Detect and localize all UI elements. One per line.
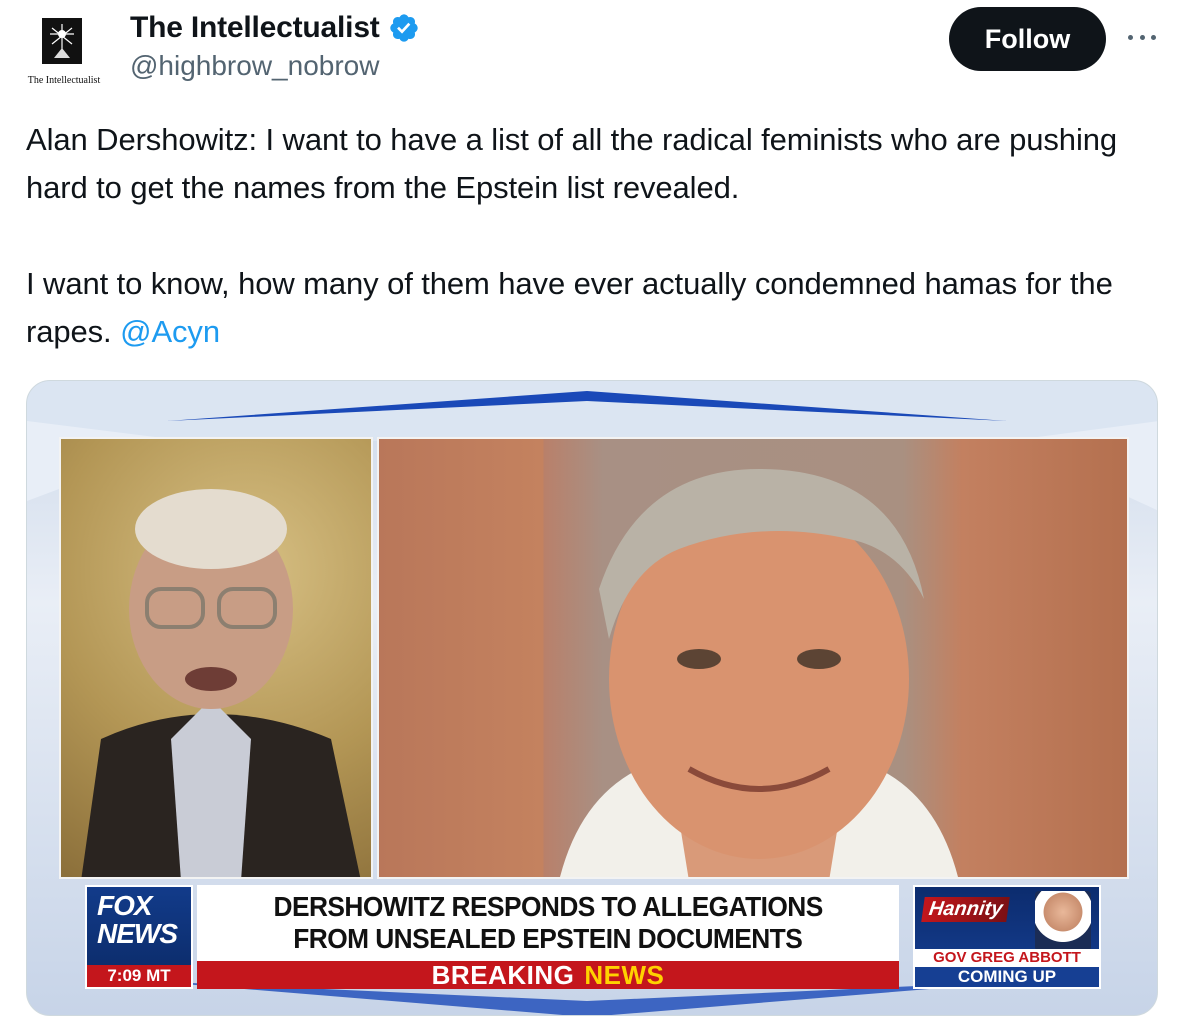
breaking-word-2: NEWS: [584, 959, 665, 990]
broadcast-time: 7:09 MT: [87, 965, 191, 987]
headline-line-2: FROM UNSEALED EPSTEIN DOCUMENTS: [293, 923, 804, 954]
avatar-wordmark: The Intellectualist: [27, 75, 101, 86]
photo-portrait: [560, 469, 958, 877]
promo-caption: GOV GREG ABBOTT COMING UP: [915, 949, 1099, 987]
headline-box: DERSHOWITZ RESPONDS TO ALLEGATIONS FROM …: [197, 885, 899, 961]
author-block: The Intellectualist @highbrow_nobrow: [130, 8, 420, 82]
verified-badge-icon: [389, 14, 418, 42]
network-logo: FOX NEWS 7:09 MT: [85, 885, 193, 989]
guest-portrait: [81, 489, 361, 877]
dot: [1128, 34, 1133, 40]
tweet-text: Alan Dershowitz: I want to have a list o…: [26, 116, 1166, 356]
promo-line-1: GOV GREG ABBOTT: [933, 949, 1081, 966]
lower-third: FOX NEWS 7:09 MT DERSHOWITZ RESPONDS TO …: [85, 885, 1125, 990]
photo-panel: [377, 437, 1129, 879]
promo-line-2: COMING UP: [915, 967, 1099, 987]
tweet-paragraph-1: Alan Dershowitz: I want to have a list o…: [26, 122, 1118, 205]
show-promo: Hannity GOV GREG ABBOTT COMING UP: [913, 885, 1101, 989]
dot: [1151, 34, 1156, 40]
dot: [1139, 34, 1145, 40]
breaking-word-1: BREAKING: [431, 959, 575, 990]
more-options-icon[interactable]: [1122, 22, 1162, 52]
network-word-1: FOX: [97, 890, 153, 921]
tweet-paragraph-2: I want to know, how many of them have ev…: [26, 260, 1166, 356]
guest-video-panel: [59, 437, 373, 879]
promo-show-name: Hannity: [921, 897, 1011, 922]
headline-line-1: DERSHOWITZ RESPONDS TO ALLEGATIONS: [273, 891, 823, 922]
display-name[interactable]: The Intellectualist: [130, 11, 380, 45]
logo-image: [42, 18, 82, 64]
follow-button[interactable]: Follow: [949, 7, 1106, 71]
mention-link[interactable]: @Acyn: [120, 314, 220, 349]
breaking-news-bar: BREAKING NEWS: [197, 959, 899, 990]
network-word-2: NEWS: [97, 918, 178, 949]
user-handle[interactable]: @highbrow_nobrow: [130, 50, 420, 82]
media-video[interactable]: FOX NEWS 7:09 MT DERSHOWITZ RESPONDS TO …: [26, 380, 1158, 1016]
promo-guest-photo: [1035, 891, 1091, 951]
avatar[interactable]: The Intellectualist: [26, 14, 100, 88]
